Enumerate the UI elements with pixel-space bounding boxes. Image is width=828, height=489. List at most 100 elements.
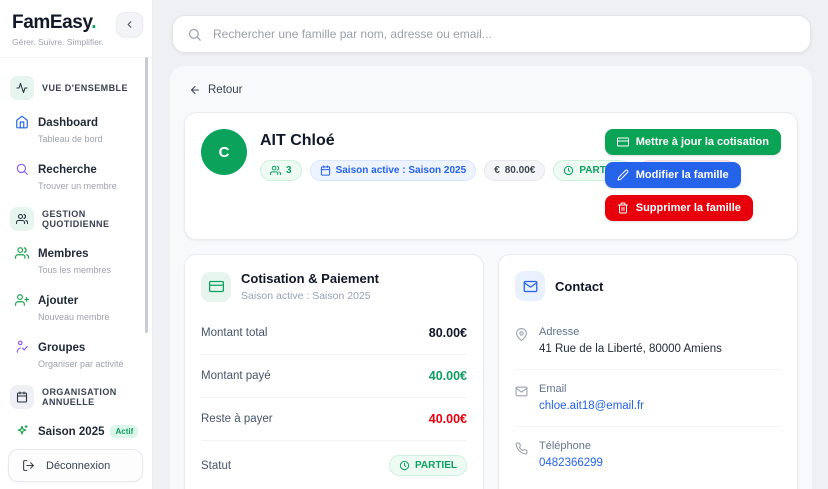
contact-item-email: Email chloe.ait18@email.fr [515, 370, 781, 427]
calendar-icon [10, 385, 34, 409]
brand-name: FamEasy [12, 12, 92, 33]
sidebar-scrollbar[interactable] [145, 57, 148, 333]
arrow-left-icon [189, 84, 201, 96]
cotisation-rows: Montant total 80.00€ Montant payé 40.00€… [185, 312, 483, 489]
clock-icon [563, 165, 574, 176]
search-icon [15, 162, 29, 176]
clock-icon [399, 460, 410, 471]
section-label: VUE D'ENSEMBLE [42, 83, 128, 93]
sidebar-item-ajouter[interactable]: Ajouter Nouveau membre [10, 291, 142, 322]
members-count: 3 [286, 165, 292, 176]
sidebar-collapse-button[interactable] [116, 12, 143, 37]
sidebar-item-groupes[interactable]: Groupes Organiser par activité [10, 338, 142, 369]
avatar: C [201, 129, 247, 175]
amount-badge: € 80.00€ [484, 160, 546, 181]
update-cotisation-button[interactable]: Mettre à jour la cotisation [604, 129, 781, 155]
users-icon [10, 207, 34, 231]
members-count-badge: 3 [260, 160, 302, 181]
logout-icon [22, 459, 35, 472]
search-input[interactable] [213, 27, 796, 41]
card-title: Contact [555, 278, 604, 294]
row-value: 80.00€ [428, 326, 467, 340]
row-value: 40.00€ [428, 369, 467, 383]
nav-item-label: Recherche [38, 164, 97, 176]
section-label: ORGANISATION ANNUELLE [42, 387, 117, 407]
back-link[interactable]: Retour [189, 84, 243, 96]
row-value: 40.00€ [428, 412, 467, 426]
row-label: Montant payé [201, 370, 271, 382]
cotisation-card: Cotisation & Paiement Saison active : Sa… [184, 254, 484, 489]
mail-icon [515, 385, 528, 412]
search-icon [187, 27, 202, 42]
actif-badge: Actif [110, 425, 139, 438]
credit-card-icon [201, 271, 231, 302]
amount-value: 80.00€ [504, 165, 536, 176]
season-badge: Saison active : Saison 2025 [309, 160, 477, 181]
contact-items: Adresse 41 Rue de la Liberté, 80000 Amie… [499, 311, 797, 489]
nav-item-sub: Trouver un membre [38, 181, 117, 191]
nav-item-sub: Organiser par activité [38, 359, 124, 369]
euro-icon: € [494, 165, 500, 176]
brand-dot: . [91, 12, 97, 33]
section-label: GESTION QUOTIDIENNE [42, 209, 110, 229]
users-icon [15, 246, 29, 260]
credit-card-icon [616, 136, 629, 148]
contact-phone-link[interactable]: 0482366299 [539, 457, 603, 469]
nav-item-sub: Tous les membres [38, 265, 112, 275]
phone-icon [515, 442, 528, 469]
users-icon [270, 165, 281, 176]
sidebar-nav: VUE D'ENSEMBLE Dashboard Tableau de bord… [0, 58, 152, 489]
sidebar-item-membres[interactable]: Membres Tous les membres [10, 244, 142, 275]
contact-email-link[interactable]: chloe.ait18@email.fr [539, 400, 644, 412]
group-activity-icon [15, 340, 29, 354]
nav-item-label: Groupes [38, 342, 86, 354]
nav-item-label: Dashboard [38, 117, 99, 129]
family-header-card: C AIT Chloé 3 Saison active : Saison 202… [184, 112, 798, 240]
home-icon [15, 115, 29, 129]
nav-item-sub: Nouveau membre [38, 312, 110, 322]
contact-item-telephone: Téléphone 0482366299 [515, 427, 781, 483]
contact-card-header: Contact [499, 255, 797, 311]
row-reste-a-payer: Reste à payer 40.00€ [201, 398, 467, 441]
detail-cards-row: Cotisation & Paiement Saison active : Sa… [184, 254, 798, 489]
row-montant-total: Montant total 80.00€ [201, 312, 467, 355]
user-plus-icon [15, 293, 29, 307]
card-title: Cotisation & Paiement [241, 271, 379, 286]
section-organisation-annuelle: ORGANISATION ANNUELLE [10, 385, 142, 409]
sidebar-item-recherche[interactable]: Recherche Trouver un membre [10, 160, 142, 191]
row-label: Reste à payer [201, 413, 273, 425]
logout-label: Déconnexion [46, 459, 111, 472]
contact-value: 41 Rue de la Liberté, 80000 Amiens [539, 343, 722, 355]
family-name: AIT Chloé [260, 132, 335, 149]
edit-family-button[interactable]: Modifier la famille [604, 162, 741, 188]
row-montant-paye: Montant payé 40.00€ [201, 355, 467, 398]
nav-item-label: Membres [38, 248, 89, 260]
chevron-left-icon [124, 19, 135, 30]
topbar [153, 0, 828, 66]
nav-item-sub: Tableau de bord [38, 134, 103, 144]
sidebar: FamEasy. Gérer. Suivre. Simplifier. VUE … [0, 0, 153, 489]
card-subtitle: Saison active : Saison 2025 [241, 290, 371, 302]
family-actions: Mettre à jour la cotisation Modifier la … [604, 129, 781, 221]
family-badges: 3 Saison active : Saison 2025 € 80.00€ P… [260, 160, 736, 181]
contact-label: Email [539, 383, 567, 395]
map-pin-icon [515, 328, 528, 355]
delete-family-button[interactable]: Supprimer la famille [604, 195, 753, 221]
contact-card: Contact Adresse 41 Rue de la Liberté, 80… [498, 254, 798, 489]
content-panel: Retour C AIT Chloé 3 Saison active: Sai… [170, 66, 812, 489]
row-statut: Statut PARTIEL [201, 441, 467, 489]
row-label: Statut [201, 459, 232, 472]
status-badge: PARTIEL [388, 455, 467, 476]
row-label: Montant total [201, 327, 268, 339]
search-bar [172, 15, 811, 53]
sidebar-item-dashboard[interactable]: Dashboard Tableau de bord [10, 113, 142, 144]
nav-item-label: Saison 2025 [38, 426, 105, 438]
button-label: Mettre à jour la cotisation [635, 136, 769, 148]
logout-button[interactable]: Déconnexion [8, 449, 143, 482]
pencil-icon [617, 169, 629, 181]
main-area: Retour C AIT Chloé 3 [153, 0, 828, 489]
mail-icon [515, 271, 545, 301]
calendar-icon [320, 165, 331, 176]
trash-icon [617, 202, 629, 214]
section-gestion-quotidienne: GESTION QUOTIDIENNE [10, 207, 142, 231]
